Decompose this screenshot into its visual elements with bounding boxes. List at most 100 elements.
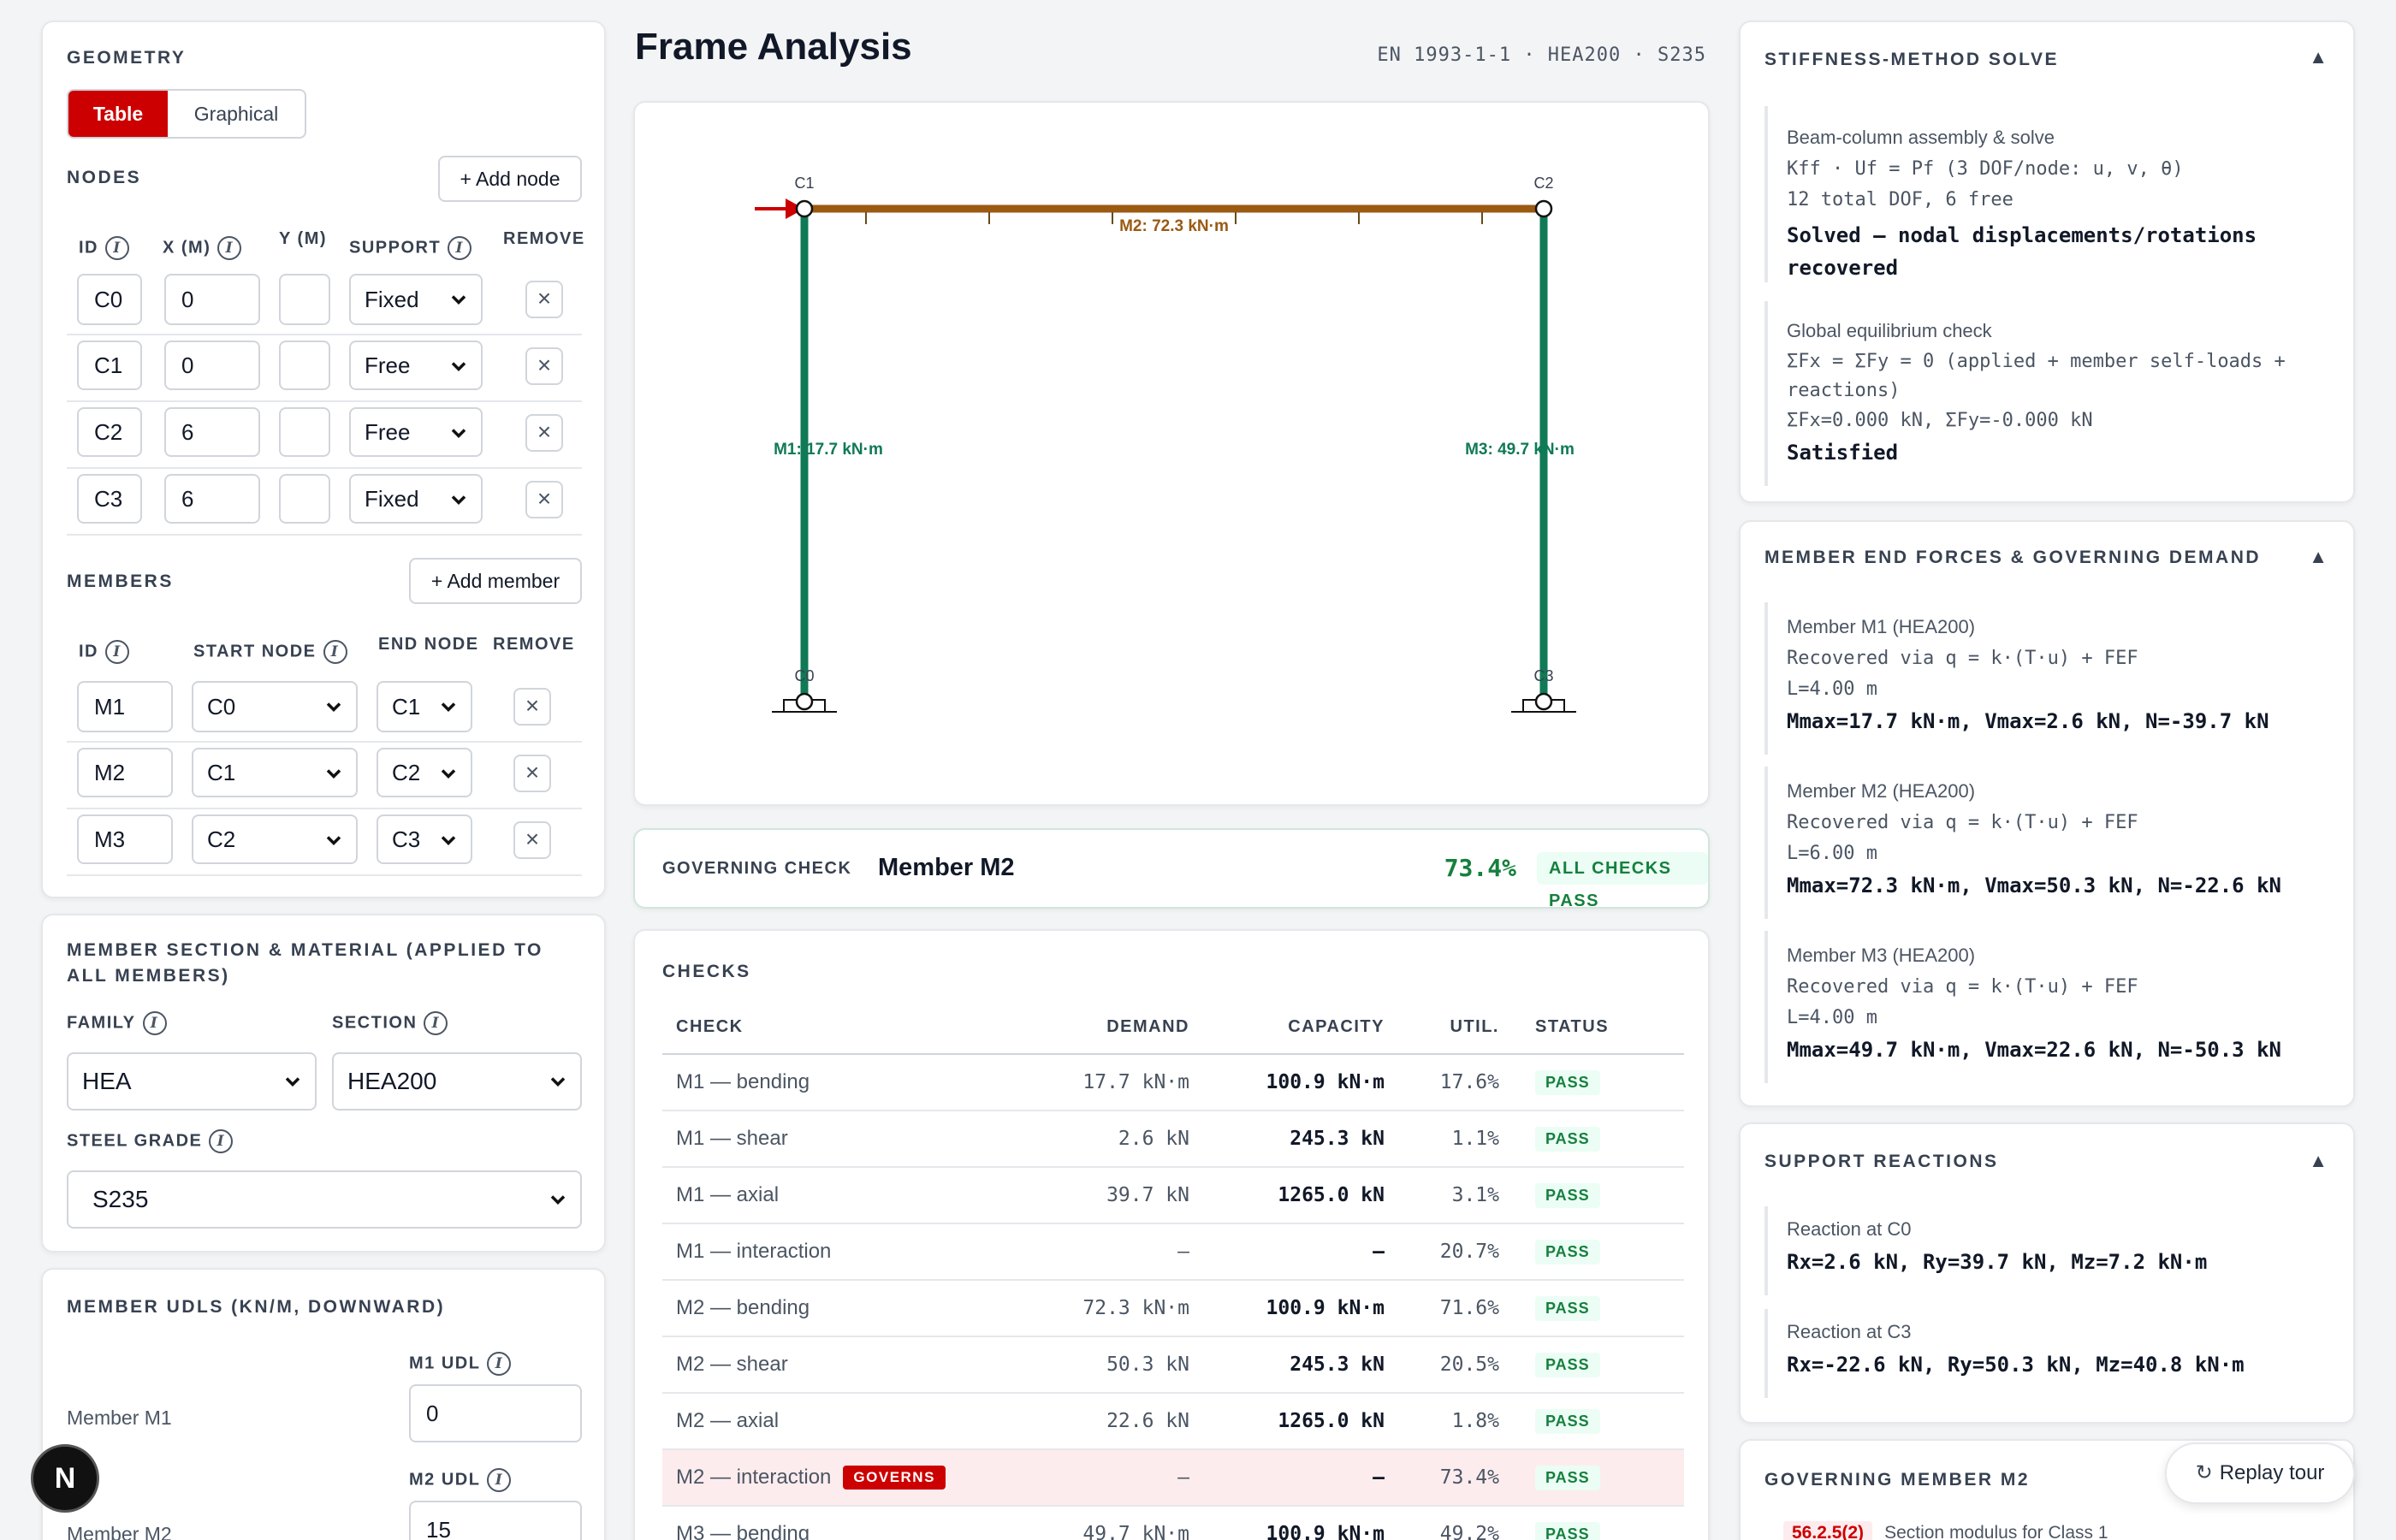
member-start-select[interactable]: C1 bbox=[192, 748, 358, 797]
grade-select[interactable]: S235 bbox=[67, 1170, 582, 1229]
chevron-down-icon bbox=[326, 769, 341, 779]
check-demand: — bbox=[1022, 1223, 1203, 1281]
status-badge: PASS bbox=[1535, 1127, 1600, 1152]
member-id-input[interactable]: M2 bbox=[77, 748, 173, 797]
solve-equation: Kff · Uf = Pf (3 DOF/node: u, v, θ) bbox=[1787, 158, 2184, 180]
node-y-input[interactable] bbox=[279, 341, 330, 390]
add-member-button[interactable]: + Add member bbox=[409, 558, 582, 604]
node-col-y: Y (m) bbox=[279, 229, 328, 248]
member-id-input[interactable]: M3 bbox=[77, 814, 173, 864]
avatar[interactable]: N bbox=[31, 1444, 99, 1513]
m2-udl-input[interactable]: 15 bbox=[409, 1501, 582, 1540]
grade-label: Steel grade i bbox=[67, 1129, 234, 1153]
node-col-support: Support i bbox=[349, 236, 472, 260]
node-id-input[interactable]: C1 bbox=[77, 341, 142, 390]
collapse-icon[interactable]: ▲ bbox=[2309, 1150, 2328, 1172]
check-capacity: — bbox=[1203, 1223, 1398, 1281]
add-node-button[interactable]: + Add node bbox=[438, 156, 582, 202]
node-c1-marker[interactable] bbox=[795, 199, 814, 218]
info-icon[interactable]: i bbox=[142, 1011, 167, 1035]
check-name: M2 — interaction GOVERNS bbox=[662, 1449, 1022, 1507]
info-icon[interactable]: i bbox=[424, 1011, 448, 1035]
table-row[interactable]: M2 — axial 22.6 kN 1265.0 kN 1.8% PASS bbox=[662, 1393, 1684, 1450]
node-c2-marker[interactable] bbox=[1534, 199, 1553, 218]
remove-node-button[interactable]: × bbox=[525, 347, 563, 385]
member-id-input[interactable]: M1 bbox=[77, 681, 173, 732]
family-select[interactable]: HEA bbox=[67, 1052, 317, 1111]
info-icon[interactable]: i bbox=[217, 236, 242, 260]
member-force-length: L=4.00 m bbox=[1787, 678, 1877, 700]
member-end-select[interactable]: C1 bbox=[377, 681, 472, 732]
solve-status: Solved — nodal displacements/rotations r… bbox=[1787, 223, 2257, 280]
node-c3-marker[interactable] bbox=[1534, 692, 1553, 711]
info-icon[interactable]: i bbox=[105, 640, 129, 664]
table-row[interactable]: M1 — axial 39.7 kN 1265.0 kN 3.1% PASS bbox=[662, 1167, 1684, 1224]
node-support-select[interactable]: Fixed bbox=[349, 274, 483, 325]
node-id-input[interactable]: C0 bbox=[77, 274, 142, 325]
node-support-select[interactable]: Fixed bbox=[349, 474, 483, 524]
node-id-input[interactable]: C3 bbox=[77, 474, 142, 524]
member-start-select[interactable]: C0 bbox=[192, 681, 358, 732]
node-y-input[interactable] bbox=[279, 407, 330, 457]
member-start-select[interactable]: C2 bbox=[192, 814, 358, 864]
info-icon[interactable]: i bbox=[209, 1129, 234, 1153]
nodes-title: Nodes bbox=[67, 168, 142, 187]
table-row[interactable]: M1 — bending 17.7 kN·m 100.9 kN·m 17.6% PASS bbox=[662, 1054, 1684, 1111]
status-badge: PASS bbox=[1535, 1296, 1600, 1321]
node-x-input[interactable]: 6 bbox=[164, 407, 260, 457]
remove-node-button[interactable]: × bbox=[525, 414, 563, 452]
remove-node-button[interactable]: × bbox=[525, 481, 563, 518]
remove-node-button[interactable]: × bbox=[525, 281, 563, 318]
collapse-icon[interactable]: ▲ bbox=[2309, 546, 2328, 568]
node-support-select[interactable]: Free bbox=[349, 407, 483, 457]
node-col-id: ID i bbox=[79, 236, 129, 260]
table-row[interactable]: M1 — interaction — —20.7% PASS bbox=[662, 1223, 1684, 1281]
node-support-select[interactable]: Free bbox=[349, 341, 483, 390]
member-m1-moment-label: M1: 17.7 kN·m bbox=[774, 441, 883, 459]
reactions-title: Support reactions bbox=[1764, 1152, 1999, 1171]
status-badge: PASS bbox=[1535, 1409, 1600, 1434]
toggle-table-button[interactable]: Table bbox=[68, 91, 168, 137]
chevron-down-icon bbox=[550, 1195, 566, 1205]
remove-member-button[interactable]: × bbox=[513, 755, 551, 792]
equilibrium-equation: ΣFx = ΣFy = 0 (applied + member self-loa… bbox=[1787, 351, 2286, 401]
member-m1-label: Member M1 bbox=[67, 1407, 172, 1429]
info-icon[interactable]: i bbox=[487, 1468, 512, 1492]
remove-member-button[interactable]: × bbox=[513, 821, 551, 859]
node-y-input[interactable] bbox=[279, 474, 330, 524]
section-select[interactable]: HEA200 bbox=[332, 1052, 582, 1111]
node-y-input[interactable] bbox=[279, 274, 330, 325]
info-icon[interactable]: i bbox=[105, 236, 129, 260]
node-x-input[interactable]: 0 bbox=[164, 341, 260, 390]
checks-header-row: Check Demand Capacity Util. Status bbox=[662, 1001, 1684, 1055]
check-name: M1 — shear bbox=[662, 1111, 1022, 1168]
status-badge: PASS bbox=[1535, 1070, 1600, 1095]
toggle-graphical-button[interactable]: Graphical bbox=[168, 91, 305, 137]
info-icon[interactable]: i bbox=[487, 1352, 512, 1376]
node-c0-marker[interactable] bbox=[795, 692, 814, 711]
table-row[interactable]: M1 — shear 2.6 kN 245.3 kN 1.1% PASS bbox=[662, 1111, 1684, 1168]
node-x-input[interactable]: 0 bbox=[164, 274, 260, 325]
check-demand: 22.6 kN bbox=[1022, 1393, 1203, 1450]
checks-panel: Checks Check Demand Capacity Util. Statu… bbox=[633, 929, 1710, 1540]
table-row[interactable]: M3 — bending 49.7 kN·m 100.9 kN·m 49.2% PASS bbox=[662, 1506, 1684, 1540]
governing-check-bar: Governing check Member M2 73.4% All chec… bbox=[633, 828, 1710, 909]
member-end-select[interactable]: C3 bbox=[377, 814, 472, 864]
node-id-input[interactable]: C2 bbox=[77, 407, 142, 457]
replay-tour-button[interactable]: ↻ Replay tour bbox=[2165, 1442, 2355, 1504]
info-icon[interactable]: i bbox=[448, 236, 472, 260]
member-m2-label: Member M2 bbox=[67, 1523, 172, 1540]
member-end-select[interactable]: C2 bbox=[377, 748, 472, 797]
check-name: M2 — shear bbox=[662, 1336, 1022, 1394]
check-util: 71.6% bbox=[1398, 1280, 1513, 1337]
table-row-governing[interactable]: M2 — interaction GOVERNS — —73.4% PASS bbox=[662, 1449, 1684, 1507]
collapse-icon[interactable]: ▲ bbox=[2309, 46, 2328, 68]
table-row[interactable]: M2 — shear 50.3 kN 245.3 kN 20.5% PASS bbox=[662, 1336, 1684, 1394]
m1-udl-input[interactable]: 0 bbox=[409, 1384, 582, 1442]
info-icon[interactable]: i bbox=[323, 640, 347, 664]
table-row[interactable]: M2 — bending 72.3 kN·m 100.9 kN·m 71.6% PASS bbox=[662, 1280, 1684, 1337]
member-m3-moment-label: M3: 49.7 kN·m bbox=[1465, 441, 1575, 459]
remove-member-button[interactable]: × bbox=[513, 688, 551, 726]
node-x-input[interactable]: 6 bbox=[164, 474, 260, 524]
assembly-card: Beam-column assembly & solve Kff · Uf = … bbox=[1764, 106, 2329, 282]
